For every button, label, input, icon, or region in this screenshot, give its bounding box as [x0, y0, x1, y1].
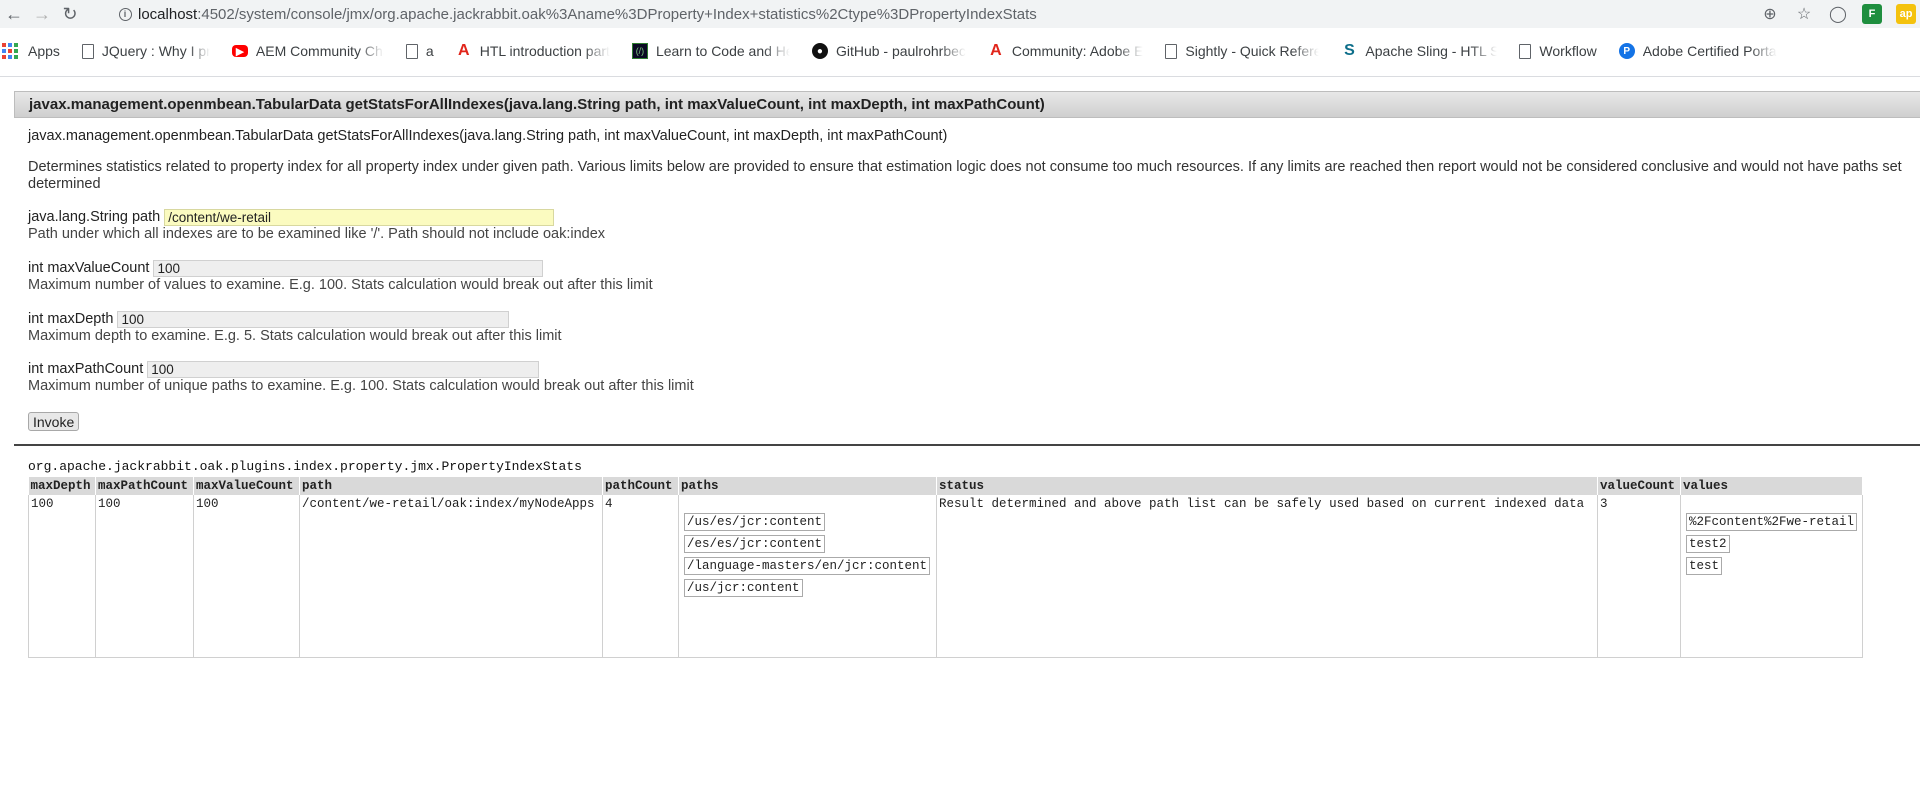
path-chip: /language-masters/en/jcr:content — [684, 557, 931, 575]
max-depth-input[interactable] — [117, 310, 510, 328]
param-hint: Path under which all indexes are to be e… — [28, 226, 606, 242]
bookmark-item[interactable]: a — [405, 43, 434, 59]
result-table: maxDepth maxPathCount maxValueCount path… — [28, 477, 1863, 658]
url-text: localhost:4502/system/console/jmx/org.ap… — [138, 6, 1037, 23]
param-max-path-count: int maxPathCount Maximum number of uniqu… — [28, 360, 694, 395]
youtube-icon: ▶ — [231, 45, 248, 58]
cell-status: Result determined and above path list ca… — [936, 495, 1598, 658]
column-header: valueCount — [1597, 477, 1681, 495]
content-divider — [0, 76, 1920, 77]
cell-path: /content/we-retail/oak:index/myNodeApps — [299, 495, 603, 658]
bookmark-item[interactable]: ● GitHub - paulrohrbec — [811, 43, 966, 59]
value-chip: test — [1686, 557, 1723, 575]
cell-value-count: 3 — [1597, 495, 1681, 658]
column-header: path — [299, 477, 603, 495]
param-label: int maxValueCount — [28, 260, 150, 276]
sling-icon: S — [1344, 42, 1355, 59]
bookmark-star-icon[interactable]: ☆ — [1794, 4, 1814, 24]
column-header: maxDepth — [28, 477, 96, 495]
max-path-count-input[interactable] — [147, 360, 540, 378]
param-hint: Maximum number of values to examine. E.g… — [28, 277, 653, 293]
freecodecamp-icon: (/) — [631, 43, 648, 59]
bookmark-item[interactable]: A HTL introduction part — [456, 42, 610, 59]
value-chip: %2Fcontent%2Fwe-retail — [1686, 513, 1858, 531]
adobe-icon: A — [457, 42, 470, 59]
site-info-icon[interactable]: i — [112, 7, 138, 21]
bookmark-item[interactable]: JQuery : Why I prefer — [81, 43, 210, 59]
apps-grid-icon — [2, 43, 18, 59]
max-value-count-input[interactable] — [153, 259, 544, 277]
bookmark-item[interactable]: Workflow — [1519, 43, 1597, 59]
invoke-button[interactable]: Invoke — [28, 412, 80, 431]
extension-icon[interactable]: ◯ — [1828, 4, 1848, 24]
path-chip: /us/jcr:content — [684, 579, 803, 597]
url-host: localhost — [138, 5, 198, 23]
column-header: maxValueCount — [193, 477, 300, 495]
result-divider — [14, 444, 1920, 446]
operation-header: javax.management.openmbean.TabularData g… — [14, 91, 1920, 118]
cell-max-depth: 100 — [28, 495, 96, 658]
extension-yellow-icon[interactable]: ap — [1896, 4, 1916, 24]
param-label: int maxDepth — [28, 311, 114, 327]
zoom-icon[interactable]: ⊕ — [1760, 4, 1780, 24]
document-icon — [1519, 43, 1532, 59]
document-icon — [405, 43, 418, 59]
browser-toolbar: ← → ↻ i localhost:4502/system/console/jm… — [0, 0, 1920, 28]
paths-list: /us/es/jcr:content /es/es/jcr:content /l… — [681, 497, 934, 597]
column-header: maxPathCount — [95, 477, 194, 495]
forward-arrow-icon[interactable]: → — [28, 0, 56, 28]
result-title: org.apache.jackrabbit.oak.plugins.index.… — [28, 459, 582, 474]
document-icon — [1165, 43, 1178, 59]
cell-max-path-count: 100 — [95, 495, 194, 658]
bookmark-item[interactable]: A Community: Adobe E — [988, 42, 1143, 59]
operation-signature: javax.management.openmbean.TabularData g… — [28, 128, 948, 144]
bookmarks-bar: Apps JQuery : Why I prefer ▶ AEM Communi… — [0, 36, 1920, 66]
address-bar[interactable]: i localhost:4502/system/console/jmx/org.… — [112, 1, 1772, 27]
certified-icon: P — [1618, 43, 1635, 59]
param-label: int maxPathCount — [28, 361, 144, 377]
path-chip: /us/es/jcr:content — [684, 513, 826, 531]
github-icon: ● — [811, 43, 828, 59]
table-header-row: maxDepth maxPathCount maxValueCount path… — [28, 477, 1863, 495]
param-hint: Maximum number of unique paths to examin… — [28, 378, 694, 394]
param-max-depth: int maxDepth Maximum depth to examine. E… — [28, 310, 562, 345]
cell-path-count: 4 — [602, 495, 679, 658]
column-header: values — [1680, 477, 1863, 495]
column-header: pathCount — [602, 477, 679, 495]
param-label: java.lang.String path — [28, 209, 161, 225]
param-hint: Maximum depth to examine. E.g. 5. Stats … — [28, 328, 562, 344]
value-chip: test2 — [1686, 535, 1730, 553]
column-header: status — [936, 477, 1598, 495]
back-arrow-icon[interactable]: ← — [0, 0, 28, 28]
toolbar-right-icons: ⊕ ☆ ◯ F ap — [1760, 0, 1920, 28]
cell-values: %2Fcontent%2Fwe-retail test2 test — [1680, 495, 1863, 658]
reload-icon[interactable]: ↻ — [56, 0, 84, 28]
bookmark-item[interactable]: (/) Learn to Code and He — [631, 43, 790, 59]
bookmark-apps[interactable]: Apps — [2, 43, 60, 59]
values-list: %2Fcontent%2Fwe-retail test2 test — [1683, 497, 1860, 575]
adobe-icon: A — [990, 42, 1002, 59]
operation-description: Determines statistics related to propert… — [28, 159, 1902, 192]
table-row: 100 100 100 /content/we-retail/oak:index… — [28, 495, 1863, 658]
column-header: paths — [678, 477, 937, 495]
bookmark-item[interactable]: P Adobe Certified Porta — [1618, 43, 1777, 59]
bookmark-item[interactable]: ▶ AEM Community Cha — [231, 43, 384, 59]
param-max-value-count: int maxValueCount Maximum number of valu… — [28, 259, 653, 294]
bookmark-item[interactable]: Sightly - Quick Refere — [1165, 43, 1319, 59]
document-icon — [81, 43, 94, 59]
url-path: :4502/system/console/jmx/org.apache.jack… — [197, 5, 1037, 23]
path-input[interactable] — [164, 208, 555, 226]
bookmark-item[interactable]: S Apache Sling - HTL Sc — [1341, 42, 1497, 59]
param-path: java.lang.String path Path under which a… — [28, 208, 605, 243]
extension-green-icon[interactable]: F — [1862, 4, 1882, 24]
path-chip: /es/es/jcr:content — [684, 535, 826, 553]
cell-max-value-count: 100 — [193, 495, 300, 658]
cell-paths: /us/es/jcr:content /es/es/jcr:content /l… — [678, 495, 937, 658]
